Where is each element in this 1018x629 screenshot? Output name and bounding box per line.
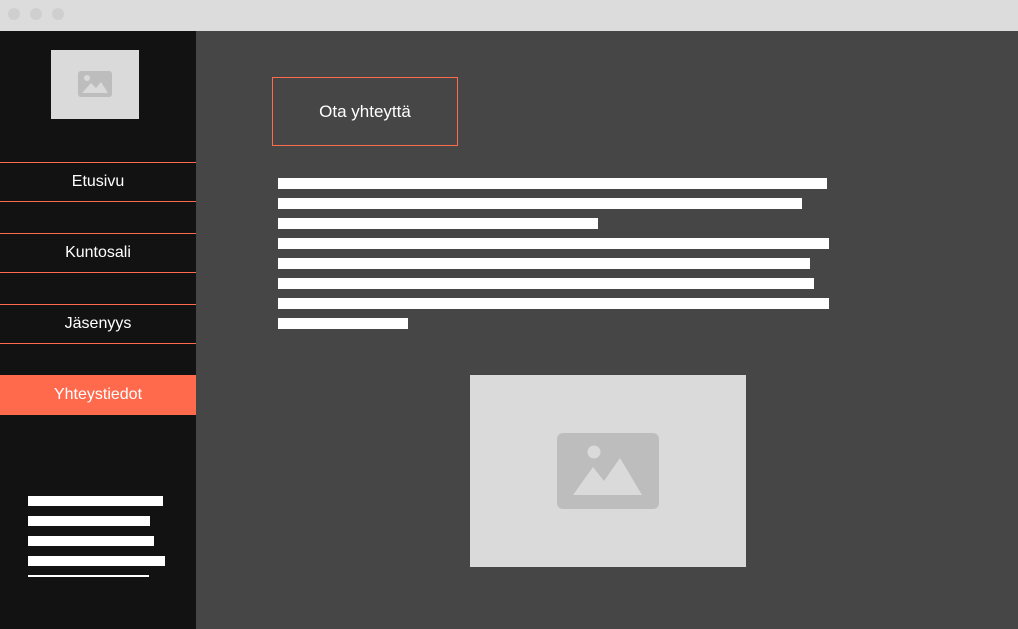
sidebar-item-kuntosali[interactable]: Kuntosali <box>0 233 196 273</box>
page-title: Ota yhteyttä <box>319 101 411 121</box>
placeholder-line <box>278 198 802 209</box>
sidebar-item-label: Etusivu <box>71 173 125 190</box>
page-heading-box: Ota yhteyttä <box>272 77 458 146</box>
placeholder-line <box>278 218 598 229</box>
placeholder-line <box>28 496 163 506</box>
placeholder-line <box>28 536 154 546</box>
placeholder-line <box>278 178 827 189</box>
sidebar-item-yhteystiedot[interactable]: Yhteystiedot <box>0 375 196 415</box>
logo-placeholder <box>51 50 139 119</box>
image-placeholder <box>470 375 746 567</box>
placeholder-line <box>28 575 149 577</box>
sidebar-item-etusivu[interactable]: Etusivu <box>0 162 196 202</box>
minimize-window-dot[interactable] <box>30 8 42 20</box>
placeholder-line <box>278 258 810 269</box>
maximize-window-dot[interactable] <box>52 8 64 20</box>
image-placeholder-icon <box>557 433 659 509</box>
main-content: Ota yhteyttä <box>196 31 1018 629</box>
image-placeholder-icon <box>78 71 112 97</box>
sidebar-item-jasenyys[interactable]: Jäsenyys <box>0 304 196 344</box>
placeholder-line <box>278 238 829 249</box>
close-window-dot[interactable] <box>8 8 20 20</box>
window-titlebar <box>0 0 1018 31</box>
sidebar-item-label: Jäsenyys <box>64 315 132 332</box>
sidebar-item-label: Yhteystiedot <box>53 386 143 403</box>
placeholder-line <box>278 318 408 329</box>
sidebar: Etusivu Kuntosali Jäsenyys Yhteystiedot <box>0 31 196 629</box>
placeholder-line <box>28 516 150 526</box>
placeholder-line <box>278 278 814 289</box>
placeholder-line <box>278 298 829 309</box>
sidebar-item-label: Kuntosali <box>65 244 131 261</box>
placeholder-line <box>28 556 165 566</box>
